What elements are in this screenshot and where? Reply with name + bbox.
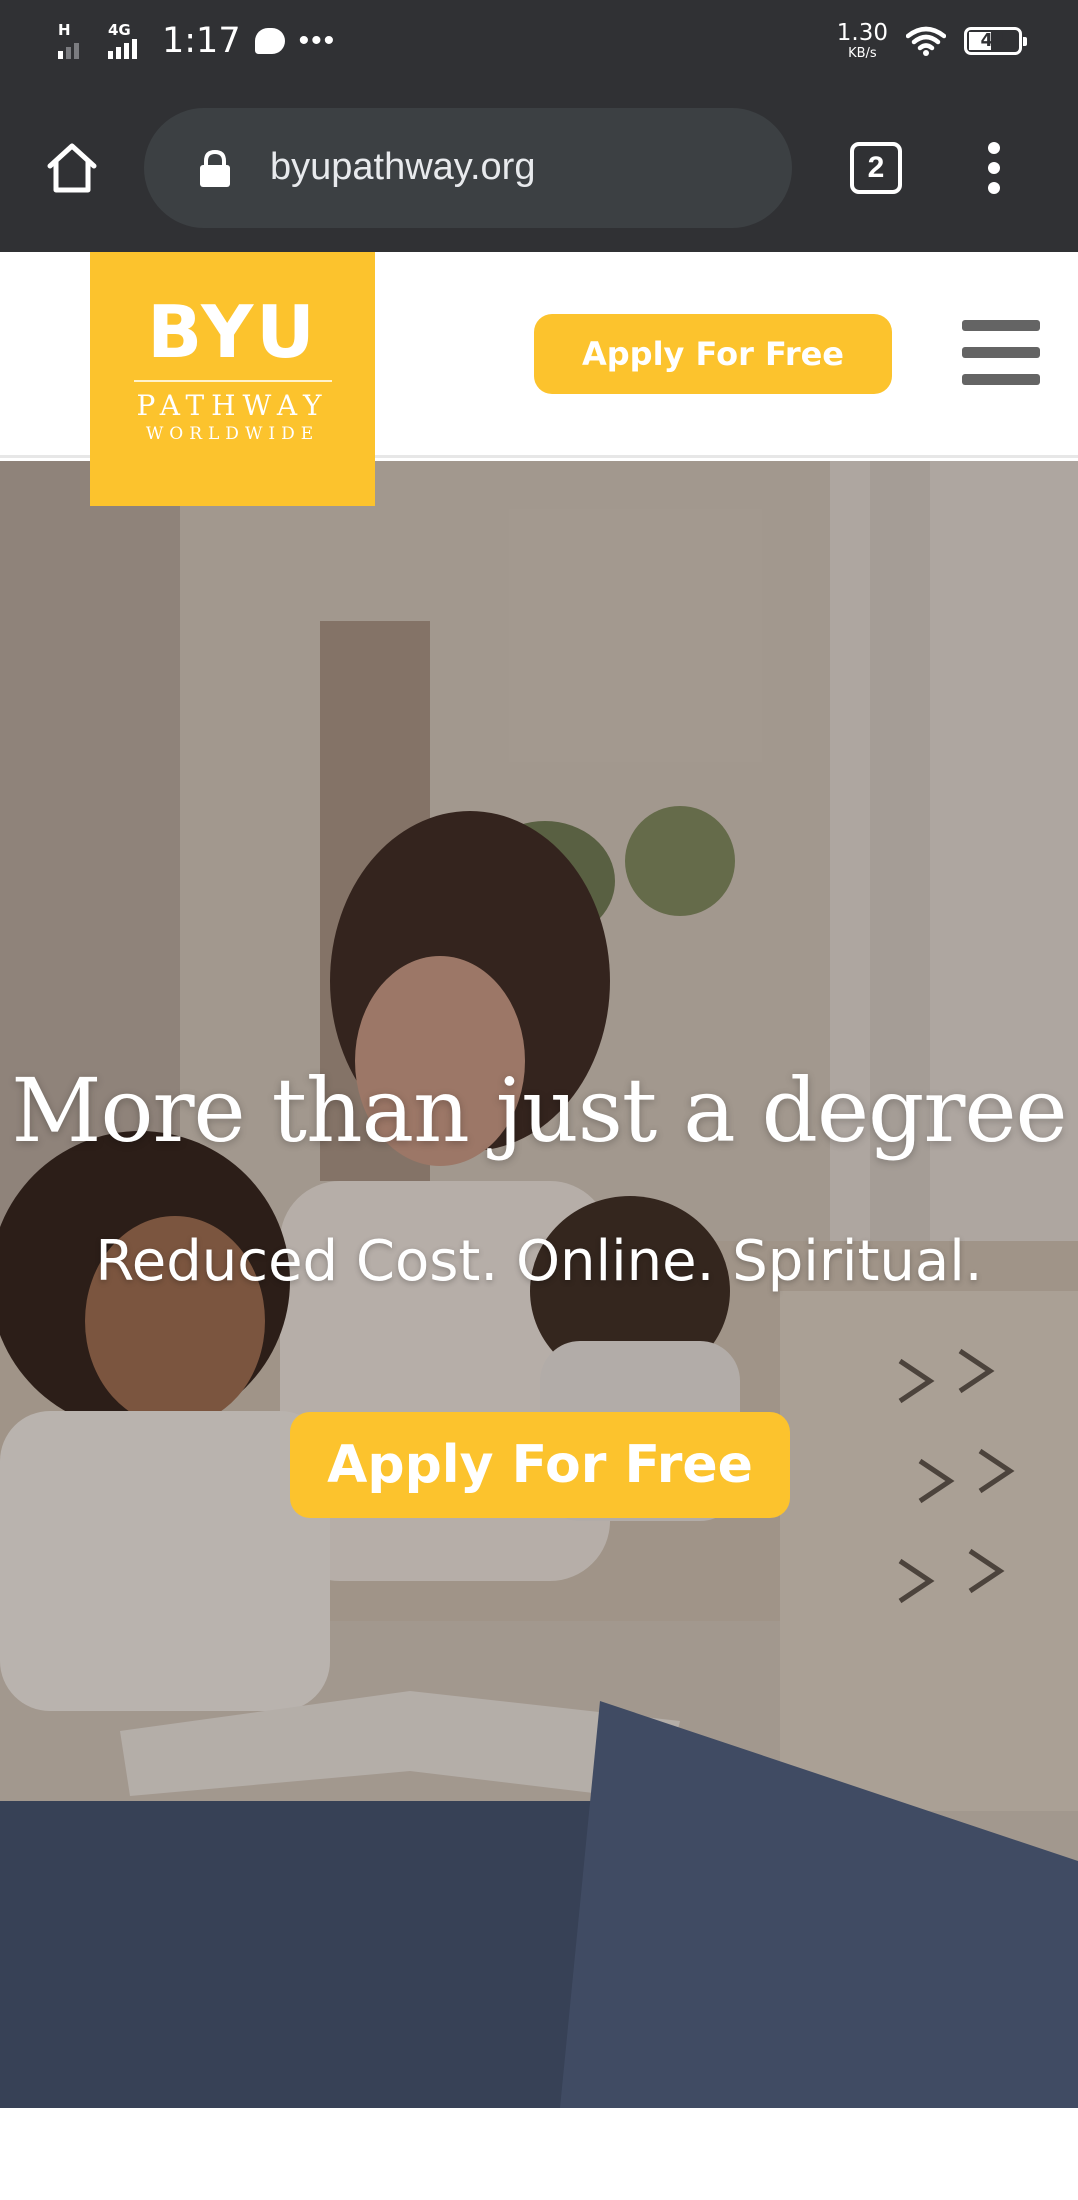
hero-apply-button[interactable]: Apply For Free bbox=[290, 1412, 790, 1518]
logo-line1: BYU bbox=[147, 290, 318, 374]
network-type-2-label: 4G bbox=[108, 21, 131, 39]
status-time: 1:17 bbox=[162, 21, 241, 61]
url-text: byupathway.org bbox=[270, 146, 536, 188]
hamburger-menu-icon[interactable] bbox=[962, 320, 1042, 386]
address-bar[interactable]: byupathway.org bbox=[144, 108, 792, 228]
logo-line2: PATHWAY bbox=[136, 389, 329, 422]
wifi-icon bbox=[906, 26, 946, 56]
network-type-label: H bbox=[58, 21, 71, 39]
byu-pathway-logo[interactable]: BYU PATHWAY WORLDWIDE bbox=[90, 252, 375, 506]
hero-title: More than just a degree bbox=[11, 1059, 1067, 1162]
home-icon[interactable] bbox=[42, 138, 102, 198]
signal-4g-icon: 4G bbox=[108, 21, 148, 61]
header-apply-button[interactable]: Apply For Free bbox=[534, 314, 892, 394]
hero-subtitle: Reduced Cost. Online. Spiritual. bbox=[95, 1229, 983, 1294]
overflow-menu-icon[interactable] bbox=[986, 142, 1002, 194]
logo-divider bbox=[133, 380, 332, 382]
chat-icon bbox=[254, 28, 285, 54]
tabs-icon[interactable]: 2 bbox=[850, 142, 902, 194]
battery-icon: 44 bbox=[964, 27, 1027, 55]
battery-level: 44 bbox=[980, 30, 1006, 51]
network-speed-unit: KB/s bbox=[848, 46, 877, 61]
more-dots-icon: ••• bbox=[298, 24, 337, 57]
network-speed: 1.30 KB/s bbox=[836, 20, 888, 61]
network-speed-value: 1.30 bbox=[836, 20, 888, 46]
hero-section: More than just a degree Reduced Cost. On… bbox=[0, 461, 1078, 2108]
browser-toolbar: byupathway.org 2 bbox=[0, 84, 1078, 252]
tab-count: 2 bbox=[867, 151, 885, 184]
lock-icon bbox=[198, 149, 232, 188]
signal-icon: H bbox=[58, 21, 98, 61]
status-bar: H 4G 1:17 ••• 1.30 KB/s 44 bbox=[0, 0, 1078, 84]
logo-line3: WORLDWIDE bbox=[145, 424, 320, 444]
